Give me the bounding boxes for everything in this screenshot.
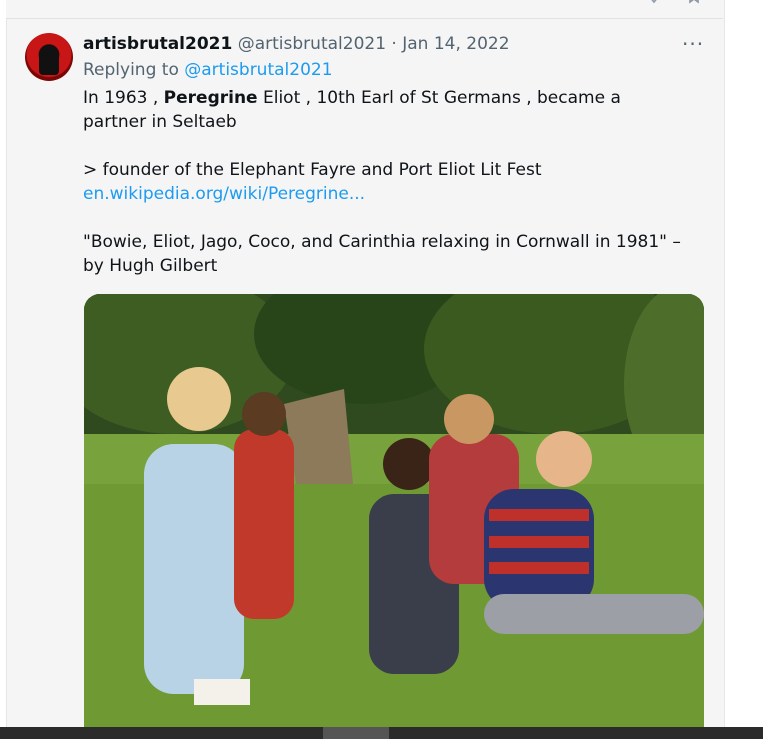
share-icon[interactable] (646, 0, 662, 10)
tweet-date[interactable]: Jan 14, 2022 (402, 34, 509, 54)
tweet-line-3: "Bowie, Eliot, Jago, Coco, and Carinthia… (83, 232, 681, 276)
header-separator: · (391, 34, 397, 54)
tweet-header: artisbrutal2021 @artisbrutal2021 · Jan 1… (83, 34, 510, 54)
avatar-figure (39, 45, 59, 75)
reply-prefix: Replying to (83, 60, 179, 80)
user-handle[interactable]: @artisbrutal2021 (238, 34, 386, 54)
more-options-icon[interactable]: ··· (682, 32, 704, 56)
line1-bold: Peregrine (163, 88, 258, 108)
line1-pre: In 1963 , (83, 88, 164, 108)
wikipedia-link[interactable]: en.wikipedia.org/wiki/Peregrine... (83, 184, 365, 204)
previous-tweet-edge (6, 0, 723, 19)
display-name[interactable]: artisbrutal2021 (83, 34, 232, 54)
tweet-line-2: > founder of the Elephant Fayre and Port… (83, 158, 683, 206)
line2-text: > founder of the Elephant Fayre and Port… (83, 160, 542, 180)
reply-to-link[interactable]: @artisbrutal2021 (184, 60, 332, 80)
reply-context: Replying to @artisbrutal2021 (83, 60, 333, 80)
tweet-line-1: In 1963 , Peregrine Eliot , 10th Earl of… (83, 86, 683, 134)
tweet-text: In 1963 , Peregrine Eliot , 10th Earl of… (83, 86, 683, 278)
horizontal-scrollbar[interactable] (0, 727, 763, 739)
scrollbar-thumb[interactable] (323, 727, 389, 739)
bookmark-icon[interactable] (686, 0, 702, 10)
tweet-photo[interactable] (84, 294, 704, 739)
photo-illustration (84, 294, 704, 739)
avatar[interactable] (25, 33, 73, 81)
